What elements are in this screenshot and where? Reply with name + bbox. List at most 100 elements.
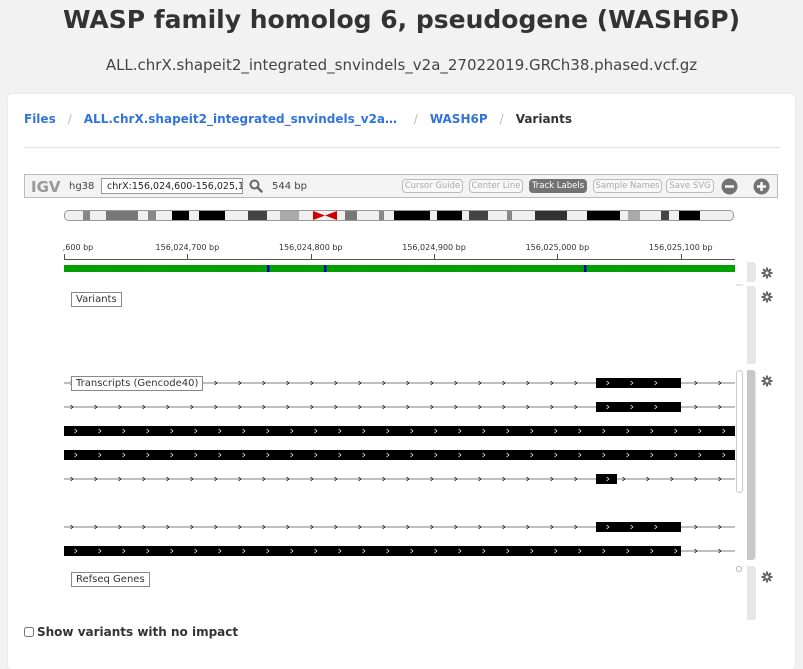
bp-ruler: ,600 bp 156,024,700 bp 156,024,800 bp 156,0…: [63, 238, 735, 260]
sequence-base: [492, 265, 496, 272]
sequence-base: [271, 265, 275, 272]
sequence-base: [717, 265, 721, 272]
sequence-base: [504, 265, 508, 272]
sequence-base: [398, 265, 402, 272]
sequence-base: [616, 265, 619, 272]
show-no-impact-option[interactable]: Show variants with no impact: [24, 625, 238, 639]
transcript-feature[interactable]: [64, 426, 735, 436]
sequence-base: [323, 265, 327, 272]
sample-names-button[interactable]: Sample Names: [593, 179, 662, 193]
cursor-guide-button[interactable]: Cursor Guide: [402, 179, 463, 193]
sequence-base: [519, 265, 523, 272]
refseq-track-scrollbar[interactable]: [747, 566, 756, 620]
sequence-base: [207, 265, 211, 272]
variants-track-scrollbar[interactable]: [747, 286, 756, 364]
sequence-base: [690, 265, 694, 272]
sequence-base: [435, 265, 439, 272]
sequence-scroll-indicator[interactable]: [736, 283, 744, 287]
sequence-base: [427, 265, 431, 272]
sequence-base: [633, 265, 637, 272]
sequence-base: [140, 265, 144, 272]
sequence-base: [160, 265, 164, 272]
refseq-scroll-indicator[interactable]: [735, 565, 743, 573]
transcript-feature[interactable]: [64, 474, 735, 484]
divider: [24, 147, 779, 148]
sequence-base: [116, 265, 119, 272]
breadcrumb-gene[interactable]: WASH6P: [430, 112, 488, 126]
sequence-base: [232, 265, 236, 272]
sequence-base: [229, 265, 233, 272]
sequence-base: [368, 265, 372, 272]
page-title: WASP family homolog 6, pseudogene (WASH6…: [62, 5, 741, 34]
sequence-base: [643, 265, 647, 272]
sequence-base: [628, 265, 632, 272]
sequence-base: [551, 265, 555, 272]
sequence-base: [430, 265, 434, 272]
sequence-base: [301, 265, 305, 272]
track-label-transcripts: Transcripts (Gencode40): [71, 376, 204, 391]
transcript-feature[interactable]: [64, 522, 735, 532]
gear-icon[interactable]: [761, 291, 773, 303]
sequence-base: [388, 265, 392, 272]
sequence-base: [296, 265, 300, 272]
transcripts-scroll-thumb[interactable]: [747, 370, 755, 560]
sequence-base: [108, 265, 112, 272]
breadcrumb-separator: /: [67, 112, 72, 126]
sequence-base: [559, 265, 562, 272]
sequence-base: [413, 265, 416, 272]
breadcrumb-vcf-file[interactable]: ALL.chrX.shapeit2_integrated_snvindels_v…: [84, 112, 402, 126]
sequence-base: [653, 265, 657, 272]
center-line-button[interactable]: Center Line: [469, 179, 523, 193]
track-label-refseq: Refseq Genes: [71, 572, 150, 587]
search-icon[interactable]: [249, 179, 263, 193]
sequence-base: [371, 265, 374, 272]
transcript-feature[interactable]: [64, 546, 735, 556]
show-no-impact-checkbox[interactable]: [24, 627, 34, 637]
transcript-feature[interactable]: [64, 450, 735, 460]
show-no-impact-label: Show variants with no impact: [37, 625, 239, 639]
sequence-base: [321, 265, 325, 272]
sequence-base: [650, 265, 654, 272]
sequence-base: [125, 265, 129, 272]
sequence-base: [138, 265, 142, 272]
sequence-base: [130, 265, 134, 272]
sequence-base: [403, 265, 406, 272]
minus-circle-icon[interactable]: [721, 178, 738, 195]
sequence-base: [380, 265, 384, 272]
track-labels-button[interactable]: Track Labels: [529, 179, 587, 193]
sequence-base: [583, 265, 587, 272]
gear-icon[interactable]: [761, 375, 773, 387]
sequence-base: [437, 265, 441, 272]
sequence-base: [472, 265, 476, 272]
sequence-base: [410, 265, 414, 272]
locus-input[interactable]: [101, 178, 243, 194]
sequence-base: [106, 265, 109, 272]
sequence-base: [187, 265, 191, 272]
sequence-base: [556, 265, 560, 272]
sequence-base: [356, 265, 359, 272]
transcripts-track[interactable]: [64, 372, 735, 562]
sequence-base: [554, 265, 558, 272]
sequence-base: [697, 265, 701, 272]
save-svg-button[interactable]: Save SVG: [666, 179, 714, 193]
sequence-base: [484, 265, 488, 272]
sequence-base: [68, 265, 72, 272]
transcripts-scroll-indicator[interactable]: [736, 370, 744, 494]
chromosome-ideogram[interactable]: [64, 210, 734, 221]
transcripts-track-scrollbar[interactable]: [747, 370, 756, 560]
sequence-base: [499, 265, 503, 272]
transcript-feature[interactable]: [64, 402, 735, 412]
sequence-base: [626, 265, 629, 272]
sequence-base: [118, 265, 122, 272]
sequence-track-scrollbar[interactable]: [747, 262, 756, 282]
sequence-track: [64, 265, 735, 272]
sequence-base: [588, 265, 592, 272]
sequence-base: [541, 265, 545, 272]
gear-icon[interactable]: [761, 571, 773, 583]
sequence-base: [465, 265, 468, 272]
sequence-base: [613, 265, 617, 272]
plus-circle-icon[interactable]: [753, 178, 770, 195]
breadcrumb-files[interactable]: Files: [24, 112, 56, 126]
sequence-base: [180, 265, 184, 272]
gear-icon[interactable]: [761, 267, 773, 279]
